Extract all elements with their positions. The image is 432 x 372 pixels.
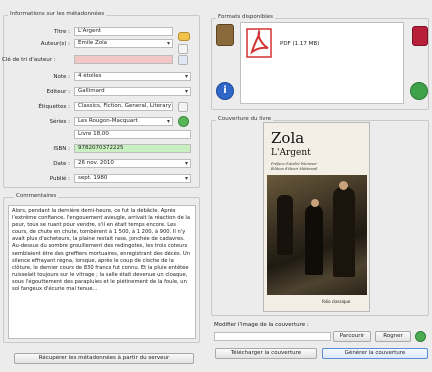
cover-editor: Édition d'Henri Mitterand (271, 167, 318, 171)
metadata-group-title: Informations sur les métadonnées (8, 11, 107, 17)
author-sort-input[interactable] (74, 55, 173, 64)
add-format-icon[interactable] (216, 24, 234, 46)
tags-input[interactable]: Classics, Fiction, General, Literary (74, 102, 173, 111)
publisher-label: Editeur : (46, 89, 70, 95)
author-sort-label: Clé de tri d'auteur : (2, 57, 56, 63)
publisher-combo[interactable]: Gallimard (74, 87, 191, 96)
cover-preface: Préface d'André Wurmser (271, 162, 317, 166)
series-combo[interactable]: Les Rougon-Macquart (74, 117, 173, 126)
comments-title: Commentaires (14, 193, 59, 199)
isbn-input[interactable]: 9782070372225 (74, 144, 191, 153)
date-combo[interactable]: 26 nov. 2010 (74, 159, 191, 168)
browse-label: Parcourir (339, 333, 365, 339)
add-series-icon[interactable] (178, 116, 189, 127)
browse-button[interactable]: Parcourir (333, 331, 371, 342)
format-item-label[interactable]: PDF (1.17 MB) (280, 41, 319, 47)
series-index-spinner[interactable]: Livre 18,00 (74, 130, 191, 139)
recycle-icon[interactable] (410, 82, 428, 100)
cover-book-title: L'Argent (271, 148, 311, 158)
isbn-label: ISBN : (53, 146, 70, 152)
modify-cover-label: Modifier l'image de la couverture : (214, 322, 309, 328)
add-book-icon[interactable] (412, 26, 428, 46)
rating-combo[interactable]: 4 étoiles (74, 72, 191, 81)
generate-cover-button[interactable]: Générer la couverture (322, 348, 428, 359)
published-combo[interactable]: sept. 1980 (74, 174, 191, 183)
author-sort-button[interactable] (178, 55, 188, 65)
date-label: Date : (53, 161, 70, 167)
cover-series-mark: folio classique (322, 299, 351, 304)
comments-textarea[interactable]: Alors, pendant la dernière demi-heure, c… (8, 205, 196, 339)
crop-label: Rogner (383, 333, 403, 339)
formats-title: Formats disponibles (216, 14, 276, 20)
published-label: Publié : (49, 176, 70, 182)
series-label: Séries : (49, 119, 70, 125)
pdf-file-icon (246, 28, 272, 58)
trim-cover-icon[interactable] (415, 331, 426, 342)
fetch-metadata-button[interactable]: Récupérer les métadonnées à partir du se… (14, 353, 194, 364)
cover-painting (267, 175, 367, 295)
crop-button[interactable]: Rogner (375, 331, 411, 342)
info-icon[interactable]: i (216, 82, 234, 100)
cover-path-input[interactable] (214, 332, 331, 341)
title-input[interactable]: L'Argent (74, 27, 173, 36)
download-cover-button[interactable]: Télécharger la couverture (215, 348, 317, 359)
book-cover-image: Zola L'Argent Préface d'André Wurmser Éd… (263, 122, 370, 312)
title-label: Titre : (53, 29, 70, 35)
rating-label: Note : (53, 74, 70, 80)
tags-label: Étiquettes : (38, 104, 70, 110)
manage-authors-button[interactable] (178, 44, 188, 54)
authors-label: Auteur(s) : (40, 41, 70, 47)
edit-tags-button[interactable] (178, 102, 188, 112)
cover-author: Zola (271, 129, 305, 147)
swap-title-author-icon[interactable] (178, 32, 190, 41)
authors-combo[interactable]: Émile Zola (74, 39, 173, 48)
